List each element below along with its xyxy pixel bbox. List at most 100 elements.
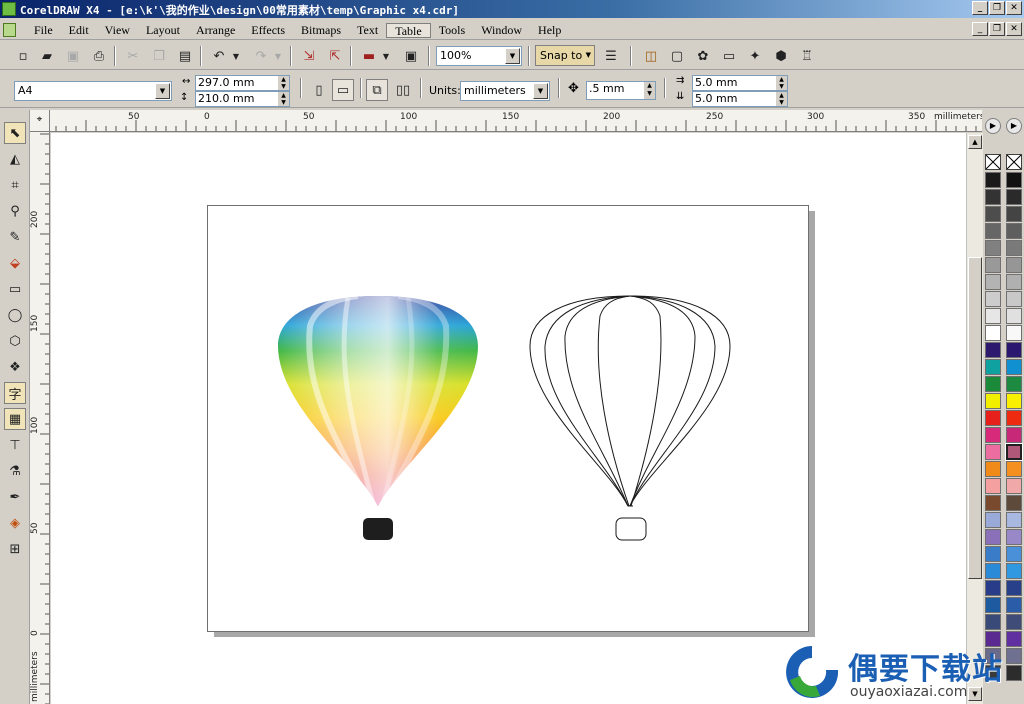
vertical-ruler[interactable]: 200 150 100 50 0 millimeters <box>30 132 50 704</box>
menu-window[interactable]: Window <box>473 23 530 38</box>
no-color-swatch[interactable] <box>1006 154 1022 170</box>
redo-dropdown-icon[interactable]: ▼ <box>272 45 284 67</box>
color-swatch[interactable] <box>1006 614 1022 630</box>
drawing-canvas[interactable] <box>51 133 966 704</box>
units-combo[interactable]: millimeters ▼ <box>460 81 550 101</box>
color-swatch[interactable] <box>1006 393 1022 409</box>
color-swatch[interactable] <box>985 189 1001 205</box>
color-swatch[interactable] <box>985 478 1001 494</box>
scroll-up-icon[interactable]: ▲ <box>968 135 982 149</box>
undo-dropdown-icon[interactable]: ▼ <box>230 45 242 67</box>
drawing-page[interactable] <box>207 205 809 632</box>
dup-x-spinner-icon[interactable]: ▲ ▼ <box>776 76 787 90</box>
outline-tool-icon[interactable]: ✒ <box>4 486 26 508</box>
menu-file[interactable]: File <box>26 23 61 38</box>
dimension-tool-icon[interactable]: ⊤ <box>4 434 26 456</box>
color-swatch[interactable] <box>1006 529 1022 545</box>
color-swatch[interactable] <box>1006 376 1022 392</box>
color-swatch[interactable] <box>1006 172 1022 188</box>
menu-table[interactable]: Table <box>386 23 431 38</box>
freehand-tool-icon[interactable]: ✎ <box>4 226 26 248</box>
paste-icon[interactable]: ▤ <box>174 45 196 67</box>
menu-effects[interactable]: Effects <box>243 23 293 38</box>
text-tool-icon[interactable]: 字 <box>4 382 26 404</box>
menu-text[interactable]: Text <box>349 23 386 38</box>
color-swatch[interactable] <box>1006 427 1022 443</box>
app-launcher-dropdown-icon[interactable]: ▼ <box>380 45 392 67</box>
options-icon[interactable]: ☰ <box>600 45 622 67</box>
paper-size-combo[interactable]: A4 ▼ <box>14 81 172 101</box>
color-swatch[interactable] <box>985 529 1001 545</box>
color-swatch[interactable] <box>1006 308 1022 324</box>
paper-size-dropdown-icon[interactable]: ▼ <box>155 83 170 99</box>
table-tool-icon[interactable]: ▦ <box>4 408 26 430</box>
menu-bitmaps[interactable]: Bitmaps <box>293 23 349 38</box>
zoom-level-combo[interactable]: 100% ▼ <box>436 46 522 66</box>
palette-flyout-icon[interactable]: ▶ <box>1006 118 1022 134</box>
color-swatch[interactable] <box>985 495 1001 511</box>
color-swatch[interactable] <box>1006 512 1022 528</box>
color-swatch[interactable] <box>1006 342 1022 358</box>
no-color-swatch[interactable] <box>985 154 1001 170</box>
color-swatch[interactable] <box>985 223 1001 239</box>
welcome-screen-icon[interactable]: ▣ <box>400 45 422 67</box>
maximize-button[interactable]: ❐ <box>989 1 1005 15</box>
color-swatch[interactable] <box>985 512 1001 528</box>
trace-icon[interactable]: ✿ <box>692 45 714 67</box>
duplicate-distance-x-field[interactable]: 5.0 mm ▲ ▼ <box>692 75 788 91</box>
save-icon[interactable]: ▣ <box>62 45 84 67</box>
ruler-origin-icon[interactable]: ⌖ <box>30 110 50 132</box>
color-swatch[interactable] <box>1006 223 1022 239</box>
colored-balloon[interactable] <box>278 293 478 540</box>
cut-icon[interactable]: ✂ <box>122 45 144 67</box>
color-swatch[interactable] <box>1006 563 1022 579</box>
color-swatch[interactable] <box>985 257 1001 273</box>
nudge-distance-field[interactable]: .5 mm ▲ ▼ <box>586 81 656 100</box>
color-swatch[interactable] <box>1006 580 1022 596</box>
palette-flyout-icon[interactable]: ▶ <box>985 118 1001 134</box>
color-swatch[interactable] <box>985 461 1001 477</box>
crop-tool-icon[interactable]: ⌗ <box>4 174 26 196</box>
minimize-button[interactable]: _ <box>972 1 988 15</box>
nudge-spinner-icon[interactable]: ▲ ▼ <box>644 82 655 99</box>
color-swatch[interactable] <box>985 580 1001 596</box>
duplicate-distance-y-field[interactable]: 5.0 mm ▲ ▼ <box>692 91 788 107</box>
color-swatch[interactable] <box>1006 495 1022 511</box>
color-swatch[interactable] <box>985 206 1001 222</box>
copy-icon[interactable]: ❐ <box>148 45 170 67</box>
shape-tool-icon[interactable]: ◭ <box>4 148 26 170</box>
new-icon[interactable]: ▫ <box>12 45 34 67</box>
interactive-fill-tool-icon[interactable]: ⊞ <box>4 538 26 560</box>
dup-y-spinner-icon[interactable]: ▲ ▼ <box>776 92 787 106</box>
import-icon[interactable]: ⇲ <box>298 45 320 67</box>
goblet-icon[interactable]: ♖ <box>796 45 818 67</box>
menu-layout[interactable]: Layout <box>138 23 188 38</box>
current-page-icon[interactable]: ▯▯ <box>392 79 414 101</box>
extrude-icon[interactable]: ⬢ <box>770 45 792 67</box>
contour-icon[interactable]: ✦ <box>744 45 766 67</box>
app-launcher-icon[interactable]: ▬ <box>358 45 380 67</box>
close-button[interactable]: ✕ <box>1006 1 1022 15</box>
width-spinner-icon[interactable]: ▲ ▼ <box>278 76 289 90</box>
basic-shapes-tool-icon[interactable]: ❖ <box>4 356 26 378</box>
ellipse-tool-icon[interactable]: ◯ <box>4 304 26 326</box>
color-swatch[interactable] <box>985 308 1001 324</box>
color-swatch[interactable] <box>985 444 1001 460</box>
color-swatch[interactable] <box>1006 478 1022 494</box>
units-dropdown-icon[interactable]: ▼ <box>533 83 548 99</box>
color-swatch[interactable] <box>1006 240 1022 256</box>
color-swatch[interactable] <box>985 274 1001 290</box>
rectangle-tool-icon[interactable]: ▭ <box>4 278 26 300</box>
doc-minimize-button[interactable]: _ <box>972 22 988 36</box>
color-swatch[interactable] <box>1006 410 1022 426</box>
color-swatch[interactable] <box>985 172 1001 188</box>
snap-to-button[interactable]: Snap to ▼ <box>535 45 595 66</box>
color-swatch[interactable] <box>1006 189 1022 205</box>
export-icon[interactable]: ⇱ <box>324 45 346 67</box>
print-icon[interactable]: ⎙ <box>88 45 110 67</box>
menu-tools[interactable]: Tools <box>431 23 474 38</box>
color-swatch[interactable] <box>985 342 1001 358</box>
zoom-tool-icon[interactable]: ⚲ <box>4 200 26 222</box>
to-front-icon[interactable]: ◫ <box>640 45 662 67</box>
color-swatch[interactable] <box>1006 206 1022 222</box>
